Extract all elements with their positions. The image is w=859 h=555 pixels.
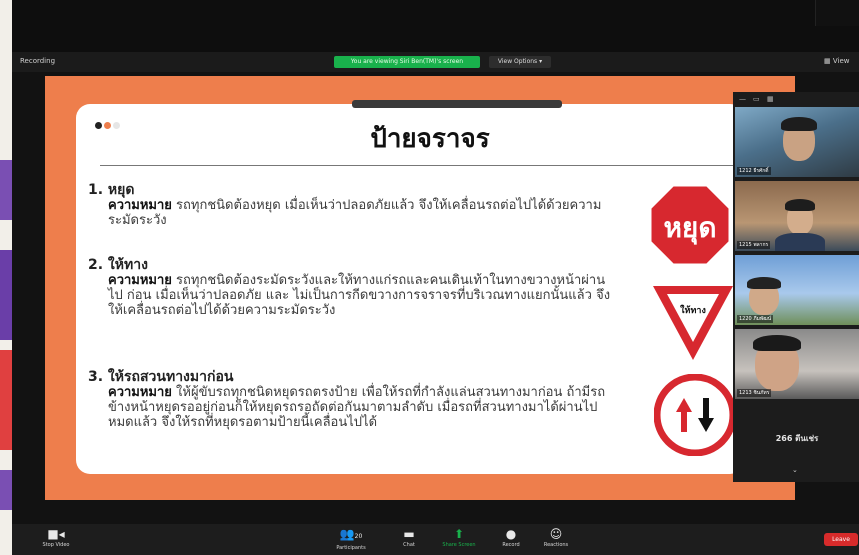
share-screen-icon: ⬆ bbox=[453, 527, 465, 541]
recording-indicator: Recording bbox=[20, 57, 56, 65]
participant-hair bbox=[785, 199, 815, 211]
participant-tile[interactable]: 1220 ภีมพัฒน์ bbox=[735, 255, 859, 325]
participant-tile[interactable]: 1212 ธีรศักดิ์ bbox=[735, 107, 859, 177]
participant-hair bbox=[753, 335, 801, 351]
meaning-label: ความหมาย bbox=[108, 198, 172, 213]
sign-item-priority: 3. ให้รถสวนทางมาก่อน ความหมาย ให้ผู้ขับร… bbox=[88, 369, 618, 431]
participant-hair bbox=[781, 117, 817, 131]
participant-name: 1215 พลากร bbox=[737, 241, 771, 249]
yield-sign-icon: ให้ทาง bbox=[653, 286, 733, 360]
screen-share-status: You are viewing Siri Ben(TM)'s screen bbox=[334, 56, 480, 68]
panel-header: — ▭ ▦ bbox=[735, 95, 857, 105]
meaning-text: ให้ผู้ขับรถทุกชนิดหยุดรถตรงป้าย เพื่อให้… bbox=[108, 385, 606, 430]
record-icon: ● bbox=[505, 527, 517, 541]
slide-dot bbox=[113, 122, 120, 129]
participant-name: 1220 ภีมพัฒน์ bbox=[737, 315, 774, 323]
item-heading: 2. ให้ทาง bbox=[88, 257, 148, 273]
stop-video-button[interactable]: ■◂ Stop Video bbox=[36, 526, 76, 548]
share-status-text: You are viewing Siri Ben(TM)'s screen bbox=[350, 58, 464, 65]
view-label: View bbox=[832, 57, 850, 65]
view-options-button[interactable]: View Options ▾ bbox=[489, 56, 551, 68]
participant-tile[interactable]: 1213 ชินภัทร bbox=[735, 329, 859, 399]
participants-icon: 👥20 bbox=[339, 527, 363, 541]
item-description: ความหมาย รถทุกชนิดต้องระมัดระวังและให้ทา… bbox=[88, 273, 618, 318]
more-participants-count[interactable]: 266 ตีนเช่ร bbox=[735, 432, 859, 445]
item-description: ความหมาย รถทุกชนิดต้องหยุด เมื่อเห็นว่าป… bbox=[88, 198, 618, 228]
slide-dot bbox=[95, 122, 102, 129]
leave-button[interactable]: Leave bbox=[824, 533, 858, 546]
stop-sign-icon: หยุด bbox=[648, 183, 732, 267]
record-button[interactable]: ● Record bbox=[496, 526, 526, 548]
slide-title: ป้ายจราจร bbox=[370, 124, 490, 154]
participant-name: 1213 ชินภัทร bbox=[737, 389, 772, 397]
chat-icon: ▬ bbox=[403, 527, 415, 541]
oncoming-priority-sign-icon bbox=[654, 374, 736, 456]
grid-icon: ▦ bbox=[824, 57, 831, 65]
chat-button[interactable]: ▬ Chat bbox=[394, 526, 424, 548]
sign-item-stop: 1. หยุด ความหมาย รถทุกชนิดต้องหยุด เมื่อ… bbox=[88, 182, 618, 229]
record-label: Record bbox=[502, 542, 520, 548]
participants-label: Participants bbox=[336, 545, 366, 551]
participants-count: 20 bbox=[354, 533, 363, 540]
item-heading: 3. ให้รถสวนทางมาก่อน bbox=[88, 369, 234, 385]
reactions-icon: ☺ bbox=[549, 527, 563, 541]
chevron-down-icon[interactable]: ⌄ bbox=[792, 466, 798, 474]
yield-sign-text: ให้ทาง bbox=[680, 304, 706, 316]
speaker-view-icon[interactable]: ▭ bbox=[753, 95, 760, 103]
reactions-label: Reactions bbox=[543, 542, 569, 548]
meaning-label: ความหมาย bbox=[108, 273, 172, 288]
view-options-label: View Options bbox=[497, 58, 538, 65]
gallery-view-icon[interactable]: ▦ bbox=[767, 95, 774, 103]
video-camera-icon: ■◂ bbox=[47, 527, 65, 541]
meeting-top-bar: Recording You are viewing Siri Ben(TM)'s… bbox=[12, 52, 859, 72]
stop-sign-text: หยุด bbox=[663, 211, 716, 245]
participant-shirt bbox=[775, 233, 825, 251]
view-button[interactable]: ▦ View bbox=[824, 57, 849, 65]
chat-label: Chat bbox=[403, 542, 415, 548]
meeting-toolbar: ■◂ Stop Video 👥20 Participants ▬ Chat ⬆ … bbox=[12, 524, 859, 555]
item-description: ความหมาย ให้ผู้ขับรถทุกชนิดหยุดรถตรงป้าย… bbox=[88, 385, 618, 430]
participant-tile[interactable]: 1215 พลากร bbox=[735, 181, 859, 251]
share-screen-label: Share Screen bbox=[442, 542, 476, 548]
participants-button[interactable]: 👥20 Participants bbox=[328, 526, 374, 551]
participant-name: 1212 ธีรศักดิ์ bbox=[737, 167, 771, 175]
slide-decoration-bar bbox=[352, 100, 562, 108]
participant-hair bbox=[747, 277, 781, 289]
minimize-icon[interactable]: — bbox=[739, 95, 746, 103]
share-screen-button[interactable]: ⬆ Share Screen bbox=[437, 526, 481, 548]
slide-divider bbox=[100, 165, 744, 166]
stop-video-label: Stop Video bbox=[42, 542, 70, 548]
sign-item-yield: 2. ให้ทาง ความหมาย รถทุกชนิดต้องระมัดระว… bbox=[88, 257, 618, 319]
meaning-label: ความหมาย bbox=[108, 385, 172, 400]
meaning-text: รถทุกชนิดต้องหยุด เมื่อเห็นว่าปลอดภัยแล้… bbox=[108, 198, 602, 228]
meaning-text: รถทุกชนิดต้องระมัดระวังและให้ทางแก่รถและ… bbox=[108, 273, 611, 318]
window-top-area bbox=[12, 0, 859, 52]
window-controls[interactable] bbox=[815, 0, 859, 26]
item-heading: 1. หยุด bbox=[88, 182, 135, 198]
slide-dot bbox=[104, 122, 111, 129]
reactions-button[interactable]: ☺ Reactions bbox=[538, 526, 574, 548]
